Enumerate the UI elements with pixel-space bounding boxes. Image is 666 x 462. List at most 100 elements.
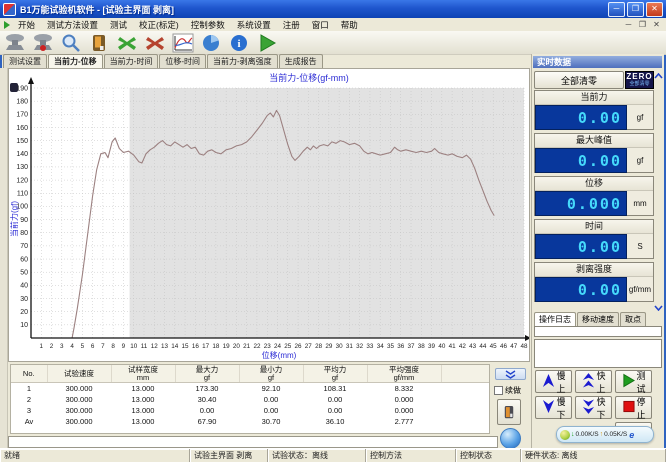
jog-button-测试[interactable]: 测试	[615, 370, 652, 393]
download-speed: 0.00K/S	[576, 431, 599, 438]
column-header-试验速度: 试验速度	[47, 365, 111, 383]
display-value-row: 0.00gf/mm	[535, 277, 653, 302]
x-tick-label: 25	[284, 343, 292, 350]
save-icon[interactable]	[86, 32, 112, 53]
browser-icon: e	[629, 430, 634, 440]
zoom-icon[interactable]	[58, 32, 84, 53]
table-cell: 173.30	[175, 383, 239, 395]
y-tick-label: 20	[20, 309, 28, 316]
delete-green-icon[interactable]	[114, 32, 140, 53]
table-row[interactable]: Av300.00013.00067.9030.7036.102.777	[11, 416, 489, 427]
menu-item-帮助[interactable]: 帮助	[335, 20, 364, 30]
table-cell-filler	[441, 416, 489, 427]
table-cell: 108.31	[303, 383, 367, 395]
tab-当前力-时间[interactable]: 当前力-时间	[104, 54, 159, 68]
realtime-header: 实时数据	[533, 56, 662, 68]
x-tick-label: 5	[81, 343, 85, 350]
table-row[interactable]: 3300.00013.0000.000.000.000.000	[11, 405, 489, 416]
minimize-button[interactable]: ─	[608, 2, 625, 17]
save-result-button[interactable]	[497, 399, 521, 425]
download-arrow-icon: ↓	[571, 431, 575, 438]
delete-red-icon[interactable]	[142, 32, 168, 53]
display-当前力: 当前力0.00gf	[534, 90, 654, 130]
x-axis-label: 位移(mm)	[262, 350, 297, 360]
column-header-No.: No.	[11, 365, 47, 383]
globe-button[interactable]	[500, 428, 521, 449]
menu-item-测试[interactable]: 测试	[104, 20, 133, 30]
graph-icon[interactable]	[170, 32, 196, 53]
jog-button-慢上[interactable]: 慢上	[535, 370, 572, 393]
tab-测试设置[interactable]: 测试设置	[3, 54, 47, 68]
message-strip[interactable]	[8, 436, 498, 448]
menu-item-系统设置[interactable]: 系统设置	[231, 20, 277, 30]
jog-button-快上[interactable]: 快上	[575, 370, 612, 393]
tab-位移-时间[interactable]: 位移-时间	[159, 54, 206, 68]
table-cell: 0.000	[367, 405, 441, 416]
machine-alert-icon[interactable]	[30, 32, 56, 53]
mdi-restore-button[interactable]: ❐	[637, 20, 648, 29]
display-value-row: 0.00S	[535, 234, 653, 259]
x-tick-label: 14	[171, 343, 179, 350]
table-cell: 30.70	[239, 416, 303, 427]
display-value: 0.00	[535, 148, 627, 173]
continue-checkbox[interactable]	[494, 386, 503, 395]
log-list[interactable]	[534, 339, 662, 368]
restore-button[interactable]: ❐	[627, 2, 644, 17]
table-row[interactable]: 2300.00013.00030.400.000.000.000	[11, 394, 489, 405]
log-input[interactable]	[534, 326, 662, 337]
table-cell: 0.00	[303, 394, 367, 405]
x-tick-label: 31	[346, 343, 354, 350]
log-tab-操作日志[interactable]: 操作日志	[534, 312, 576, 326]
mdi-close-button[interactable]: ✕	[651, 20, 662, 29]
run-icon[interactable]	[254, 32, 280, 53]
device-icon	[504, 404, 514, 421]
pie-chart-icon[interactable]	[198, 32, 224, 53]
display-unit: gf	[627, 105, 653, 130]
menu-item-控制参数[interactable]: 控制参数	[185, 20, 231, 30]
log-tab-移动速度[interactable]: 移动速度	[577, 312, 619, 326]
status-segment-3: 试验状态：离线	[268, 449, 366, 462]
menu-item-注册[interactable]: 注册	[277, 20, 306, 30]
x-tick-label: 33	[366, 343, 374, 350]
scroll-up-icon[interactable]	[653, 71, 664, 82]
y-tick-label: 40	[20, 283, 28, 290]
jog-button-快下[interactable]: 快下	[575, 396, 612, 419]
table-cell: 300.000	[47, 416, 111, 427]
svg-text:i: i	[237, 38, 240, 50]
info-icon[interactable]: i	[226, 32, 252, 53]
network-speed-widget[interactable]: ↓ 0.00K/S ↑ 0.05K/S e	[556, 426, 654, 443]
jog-button-慢下[interactable]: 慢下	[535, 396, 572, 419]
y-tick-label: 50	[20, 270, 28, 277]
log-tab-取点[interactable]: 取点	[620, 312, 646, 326]
tab-当前力-剥离强度[interactable]: 当前力-剥离强度	[207, 54, 278, 68]
column-header-平均力: 平均力gf	[303, 365, 367, 383]
x-tick-label: 34	[377, 343, 385, 350]
machine-icon[interactable]	[2, 32, 28, 53]
y-tick-label: 80	[20, 230, 28, 237]
x-tick-label: 23	[264, 343, 272, 350]
scroll-down-icon[interactable]	[653, 302, 664, 313]
menu-item-测试方法设置[interactable]: 测试方法设置	[41, 20, 104, 30]
display-位移: 位移0.000mm	[534, 176, 654, 216]
expand-table-button[interactable]	[495, 368, 526, 380]
jog-label: 快下	[597, 395, 606, 421]
zero-badge[interactable]: ZERO 全部清零	[625, 71, 654, 89]
mdi-minimize-button[interactable]: ─	[623, 20, 634, 29]
status-segment-4: 控制方法	[366, 449, 456, 462]
menu-item-校正(标定)[interactable]: 校正(标定)	[133, 20, 185, 30]
display-unit: mm	[627, 191, 653, 216]
x-tick-label: 13	[161, 343, 169, 350]
statusbar: 就绪试验主界面 剥离试验状态：离线控制方法控制状态硬件状态: 离线	[0, 448, 666, 462]
menu-item-窗口[interactable]: 窗口	[306, 20, 335, 30]
zero-all-button[interactable]: 全部清零	[534, 71, 624, 89]
menu-item-开始[interactable]: 开始	[12, 20, 41, 30]
x-tick-label: 26	[295, 343, 303, 350]
table-row[interactable]: 1300.00013.000173.3092.10108.318.332	[11, 383, 489, 395]
display-时间: 时间0.00S	[534, 219, 654, 259]
tab-当前力-位移[interactable]: 当前力-位移	[48, 54, 103, 68]
close-button[interactable]: ✕	[646, 2, 663, 17]
left-splitter-strip[interactable]	[0, 68, 8, 448]
jog-button-停止[interactable]: 停止	[615, 396, 652, 419]
tab-生成报告[interactable]: 生成报告	[279, 54, 323, 68]
network-status-icon	[560, 430, 570, 440]
